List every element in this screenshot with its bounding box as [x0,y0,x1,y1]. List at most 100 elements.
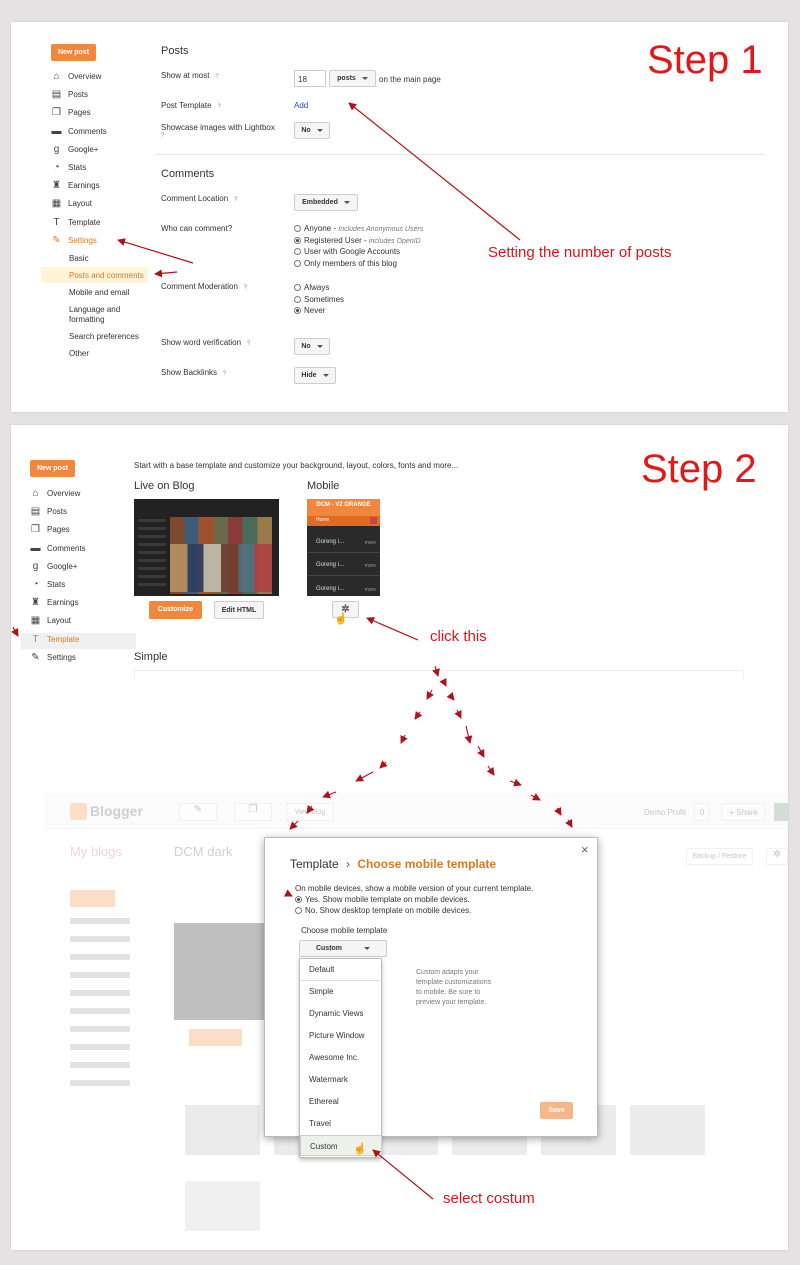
radio-option[interactable]: Sometimes [294,295,344,304]
lightbox-label: Showcase images with Lightbox [161,123,275,132]
annotation-setting-posts: Setting the number of posts [488,244,672,261]
radio-checked-icon [294,307,301,314]
mobile-home-bar: Home [307,516,380,526]
annotation-select-custom: select costum [443,1190,535,1207]
option-travel[interactable]: Travel [300,1113,382,1134]
backup-restore-button: Backup / Restore [686,848,753,865]
mobile-title: Mobile [307,480,340,492]
radio-note: includes OpenID [368,237,421,245]
settings-sub-mobile-email[interactable]: Mobile and email [69,288,129,297]
posts-unit-dropdown[interactable]: posts [329,70,376,87]
mobile-thumbnail[interactable]: DCM - V2 ORANGE Home Goreng i... more Gor… [307,499,380,596]
customize-button[interactable]: Customize [149,601,202,619]
radio-option[interactable]: User with Google Accounts [294,247,400,256]
template-icon: T [53,216,60,228]
posts-count-input[interactable]: 18 [294,70,326,87]
step1-label: Step 1 [647,38,763,82]
wrench-icon: ✎ [31,651,40,663]
dialog-breadcrumb: Template › Choose mobile template [290,857,496,871]
help-icon: ? [247,341,251,347]
nav-label: Comments [47,543,86,553]
chevron-down-icon [361,76,368,80]
post-template-label: Post Template? [161,101,221,110]
nav-label: Layout [68,199,93,209]
mobile-header: DCM - V2 ORANGE [307,499,380,516]
close-icon[interactable]: × [581,842,589,857]
edit-html-button[interactable]: Edit HTML [214,601,264,619]
yes-mobile-radio[interactable]: Yes. Show mobile template on mobile devi… [295,895,470,904]
notification-count: 0 [694,803,710,821]
option-simple[interactable]: Simple [300,981,382,1002]
settings-sub-formatting[interactable]: formatting [69,315,105,324]
nav-label: Stats [68,163,87,172]
option-default[interactable]: Default [300,959,382,980]
mobile-template-select[interactable]: Custom [299,940,387,957]
step2-panel: Step 2 New post ⌂ Overview ▤ Posts ❐ Pages ▬ Co… [11,425,788,1250]
nav-label: Pages [47,525,70,535]
mobile-row-2: Goreng i... more [307,556,380,576]
pages-icon: ❐ [52,107,61,119]
help-icon: ? [243,285,248,291]
live-blog-thumbnail[interactable] [134,499,279,596]
settings-sub-search[interactable]: Search preferences [69,332,139,341]
radio-option[interactable]: Anyone - Includes Anonymous Users [294,224,423,233]
radio-label: Registered User - [304,235,369,245]
pages-icon: ❐ [31,524,40,536]
radio-checked-icon [294,236,301,244]
radio-option[interactable]: Never [294,306,325,315]
layout-icon: ▦ [30,615,41,627]
new-post-button[interactable]: New post [51,44,96,61]
pencil-icon: ✎ [179,803,217,821]
settings-sub-posts-comments[interactable]: Posts and comments [69,271,144,280]
new-post-button[interactable]: New post [30,460,75,477]
option-ethereal[interactable]: Ethereal [300,1091,382,1112]
comment-location-dropdown[interactable]: Embedded [294,194,358,211]
option-awesome-inc[interactable]: Awesome Inc. [300,1047,382,1068]
help-text: Custom adapts your template customizatio… [416,969,492,1006]
radio-label: Sometimes [304,294,345,304]
thumbnail-photos-row2 [170,544,272,592]
template-intro: Start with a base template and customize… [134,461,459,470]
settings-sub-other[interactable]: Other [69,349,89,358]
radio-label: Only members of this blog [304,258,397,268]
settings-sub-basic[interactable]: Basic [69,254,89,263]
save-button[interactable]: Save [540,1102,573,1119]
help-icon: ? [217,104,221,110]
nav-label: Template [47,634,80,644]
chevron-down-icon [322,373,329,377]
word-verification-dropdown[interactable]: No [294,338,330,355]
option-watermark[interactable]: Watermark [300,1069,382,1090]
option-custom[interactable]: Custom [300,1135,382,1156]
radio-unchecked-icon [294,259,301,267]
nav-item-template[interactable]: T Template [21,632,136,649]
backlinks-dropdown[interactable]: Hide [294,367,336,384]
radio-unchecked-icon [294,284,301,291]
hand-cursor-icon: ☝ [334,613,348,625]
radio-option[interactable]: Registered User - includes OpenID [294,236,421,245]
step1-panel: Step 1 New post ⌂ Overview ▤ Posts ❐ Pages ▬ Co… [11,22,788,412]
annotation-click-this: click this [430,628,487,645]
avatar [774,803,788,821]
lightbox-dropdown[interactable]: No [294,122,330,139]
home-icon: ⌂ [32,488,39,499]
chevron-down-icon [364,946,371,950]
nav-label: Stats [47,580,66,589]
radio-unchecked-icon [294,225,301,232]
radio-option[interactable]: Only members of this blog [294,259,397,268]
nav-label: Pages [68,108,91,118]
no-mobile-radio[interactable]: No. Show desktop template on mobile devi… [295,906,471,915]
option-picture-window[interactable]: Picture Window [300,1025,382,1046]
posts-section-title: Posts [161,45,189,57]
posts-icon: ▤ [51,89,62,101]
settings-sub-language[interactable]: Language and [69,305,120,314]
view-blog-button: View blog [286,803,334,821]
nav-label: Google+ [68,144,99,154]
nav-label: Earnings [68,181,100,191]
post-template-add-link[interactable]: Add [294,101,308,110]
nav-label: Template [68,217,101,227]
hand-cursor-icon: ☝ [353,1143,367,1155]
option-dynamic-views[interactable]: Dynamic Views [300,1003,382,1024]
comment-location-label: Comment Location? [161,194,238,203]
mobile-template-dropdown-list: Default Simple Dynamic Views Picture Win… [299,958,382,1158]
radio-option[interactable]: Always [294,283,329,292]
